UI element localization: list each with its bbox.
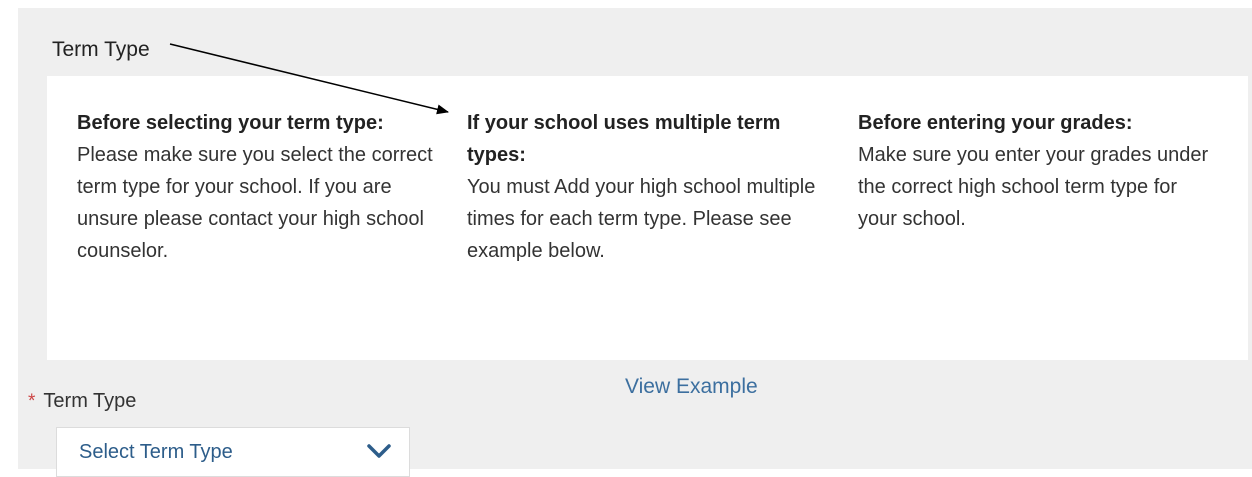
info-panel: Before selecting your term type: Please … bbox=[47, 76, 1248, 398]
info-heading: If your school uses multiple term types: bbox=[467, 112, 781, 166]
view-example-link[interactable]: View Example bbox=[625, 375, 758, 399]
info-column-term-type: Before selecting your term type: Please … bbox=[77, 107, 449, 267]
chevron-down-icon bbox=[367, 444, 391, 458]
info-heading: Before selecting your term type: bbox=[77, 112, 384, 134]
info-text: Please make sure you select the correct … bbox=[77, 144, 433, 262]
info-text: Make sure you enter your grades under th… bbox=[858, 144, 1209, 230]
info-heading: Before entering your grades: bbox=[858, 112, 1133, 134]
field-label-text: Term Type bbox=[43, 390, 137, 412]
info-column-grades: Before entering your grades: Make sure y… bbox=[858, 107, 1218, 235]
term-type-select[interactable]: Select Term Type bbox=[56, 427, 410, 477]
term-type-field-label: * Term Type bbox=[28, 390, 136, 413]
info-column-multiple-terms: If your school uses multiple term types:… bbox=[467, 107, 827, 267]
info-text: You must Add your high school multiple t… bbox=[467, 176, 816, 262]
select-value: Select Term Type bbox=[79, 441, 233, 463]
asterisk-icon: * bbox=[28, 391, 36, 412]
section-title: Term Type bbox=[52, 38, 150, 61]
